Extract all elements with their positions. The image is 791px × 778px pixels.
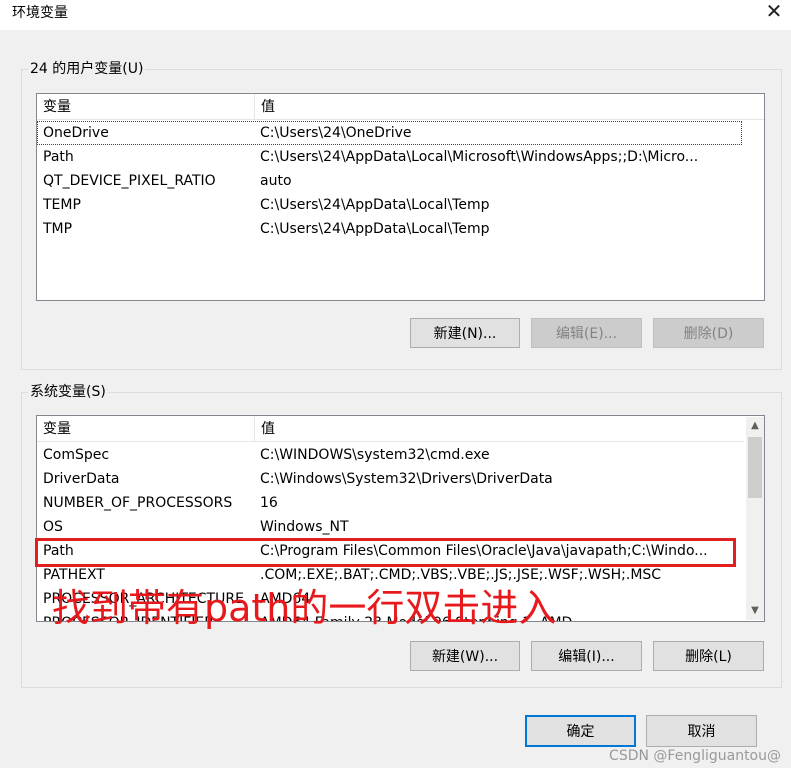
bottom-strip [0, 768, 791, 778]
system-delete-button[interactable]: 删除(L) [653, 641, 764, 671]
watermark: CSDN @Fengliguantou@ [609, 748, 781, 764]
variable-value: 16 [260, 495, 278, 511]
variable-name: ComSpec [43, 447, 110, 463]
variable-value: C:\Users\24\AppData\Local\Temp [260, 197, 490, 213]
close-icon[interactable]: ✕ [757, 0, 791, 26]
user-new-button[interactable]: 新建(N)... [410, 318, 520, 348]
system-variables-group-label: 系统变量(S) [28, 382, 108, 402]
user-variables-list[interactable]: 变量 值 OneDrive C:\Users\24\OneDrive Path … [36, 93, 765, 301]
user-variables-group-label: 24 的用户变量(U) [28, 59, 146, 79]
table-row[interactable]: OneDrive C:\Users\24\OneDrive [37, 121, 742, 145]
user-variables-header: 变量 值 [37, 94, 764, 120]
variable-name: NUMBER_OF_PROCESSORS [43, 495, 233, 511]
variable-name: TEMP [43, 197, 81, 213]
table-row[interactable]: QT_DEVICE_PIXEL_RATIO auto [37, 169, 742, 193]
system-variables-scrollbar[interactable]: ▲ ▼ [746, 417, 764, 620]
variable-value: Windows_NT [260, 519, 349, 535]
column-header-value[interactable]: 值 [255, 416, 521, 441]
system-variables-header: 变量 值 [37, 416, 744, 442]
variable-name: Path [43, 149, 74, 165]
table-row[interactable]: DriverData C:\Windows\System32\Drivers\D… [37, 467, 742, 491]
variable-value: C:\Users\24\AppData\Local\Temp [260, 221, 490, 237]
window-title: 环境变量 [12, 5, 68, 21]
system-edit-button[interactable]: 编辑(I)... [531, 641, 642, 671]
variable-value: C:\Users\24\AppData\Local\Microsoft\Wind… [260, 149, 699, 165]
cancel-button[interactable]: 取消 [646, 715, 757, 747]
variable-name: QT_DEVICE_PIXEL_RATIO [43, 173, 216, 189]
ok-button[interactable]: 确定 [525, 715, 636, 747]
user-edit-button[interactable]: 编辑(E)... [531, 318, 642, 348]
column-header-variable[interactable]: 变量 [37, 416, 255, 441]
table-row[interactable]: TEMP C:\Users\24\AppData\Local\Temp [37, 193, 742, 217]
variable-value: C:\Users\24\OneDrive [260, 125, 412, 141]
variable-value: auto [260, 173, 292, 189]
user-delete-button[interactable]: 删除(D) [653, 318, 764, 348]
system-new-button[interactable]: 新建(W)... [410, 641, 520, 671]
variable-name: OneDrive [43, 125, 109, 141]
annotation-text: 找到带有path的一行双击进入 [52, 586, 557, 630]
variable-name: OS [43, 519, 63, 535]
scroll-up-icon[interactable]: ▲ [746, 417, 764, 435]
scrollbar-thumb[interactable] [748, 437, 762, 498]
table-row[interactable]: NUMBER_OF_PROCESSORS 16 [37, 491, 742, 515]
table-row[interactable]: ComSpec C:\WINDOWS\system32\cmd.exe [37, 443, 742, 467]
table-row[interactable]: Path C:\Users\24\AppData\Local\Microsoft… [37, 145, 742, 169]
table-row[interactable]: TMP C:\Users\24\AppData\Local\Temp [37, 217, 742, 241]
variable-value: C:\WINDOWS\system32\cmd.exe [260, 447, 490, 463]
column-header-value[interactable]: 值 [255, 94, 521, 119]
variable-name: DriverData [43, 471, 120, 487]
path-row-highlight [35, 538, 736, 567]
title-bar: 环境变量 ✕ [0, 0, 791, 30]
environment-variables-dialog: 环境变量 ✕ 24 的用户变量(U) 变量 值 OneDrive C:\User… [0, 0, 791, 778]
variable-value: C:\Windows\System32\Drivers\DriverData [260, 471, 553, 487]
column-header-variable[interactable]: 变量 [37, 94, 255, 119]
scroll-down-icon[interactable]: ▼ [746, 602, 764, 620]
table-row[interactable]: OS Windows_NT [37, 515, 742, 539]
variable-name: TMP [43, 221, 73, 237]
